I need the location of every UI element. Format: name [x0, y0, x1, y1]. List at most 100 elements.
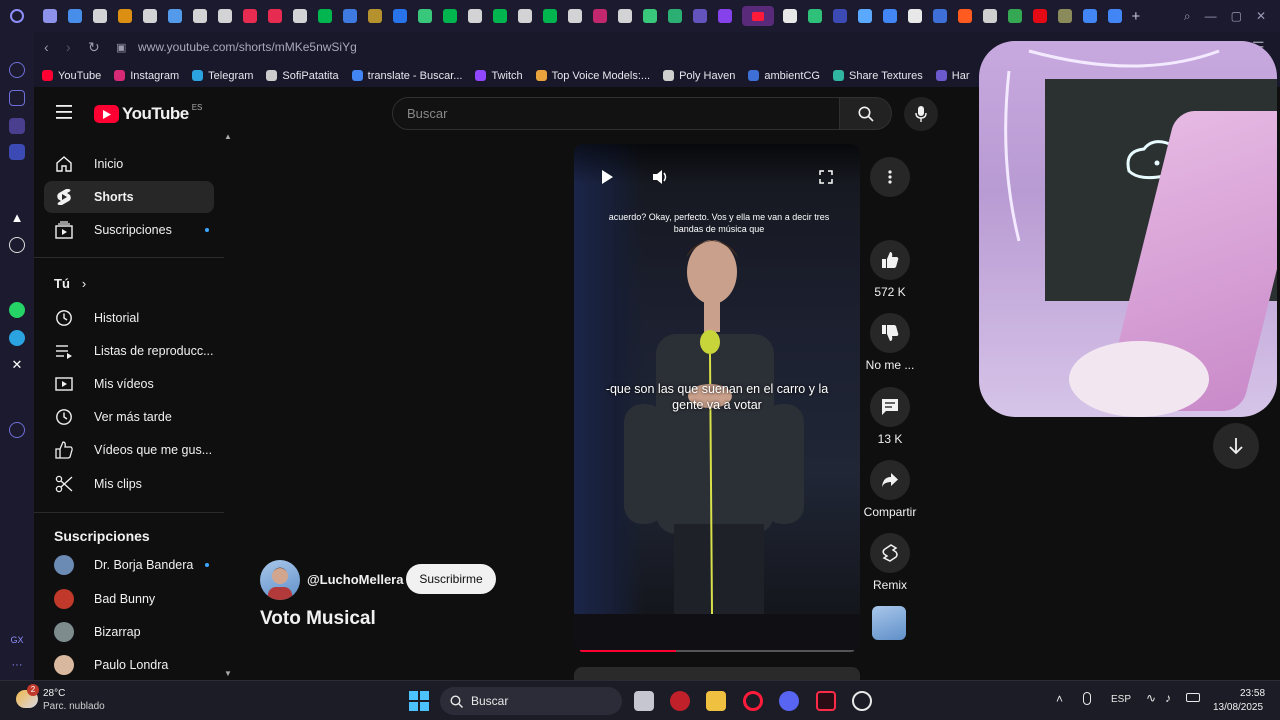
nav-item-clips[interactable]: Mis clips — [44, 468, 214, 500]
more-rail-icon[interactable]: ··· — [9, 657, 25, 673]
bookmark-item[interactable]: ambientCG — [748, 70, 820, 82]
back-icon[interactable]: ‹ — [44, 39, 49, 55]
tab-favicon[interactable] — [443, 9, 457, 23]
tab-favicon[interactable] — [668, 9, 682, 23]
next-short-button[interactable] — [1213, 423, 1259, 469]
tab-favicon[interactable] — [1058, 9, 1072, 23]
tab-favicon[interactable] — [1083, 9, 1097, 23]
tab-favicon[interactable] — [493, 9, 507, 23]
tab-favicon[interactable] — [1033, 9, 1047, 23]
tab-favicon[interactable] — [93, 9, 107, 23]
chatgpt-icon[interactable] — [9, 237, 25, 253]
bookmark-item[interactable]: Har — [935, 70, 970, 82]
tab-favicon[interactable] — [983, 9, 997, 23]
bookmark-item[interactable]: Telegram — [192, 70, 253, 82]
tab-favicon[interactable] — [883, 9, 897, 23]
arc-icon[interactable]: ▲ — [9, 210, 25, 226]
aria-icon[interactable] — [9, 62, 25, 78]
tab-favicon[interactable] — [43, 9, 57, 23]
bookmark-item[interactable]: translate - Buscar... — [351, 70, 462, 82]
history-rail-icon[interactable] — [9, 422, 25, 438]
opera-menu-icon[interactable] — [10, 9, 24, 23]
opera-icon[interactable] — [743, 691, 763, 711]
tab-favicon[interactable] — [143, 9, 157, 23]
gx-icon[interactable]: GX — [9, 632, 25, 648]
volume-button[interactable] — [652, 169, 670, 190]
subscription-item[interactable]: Paulo Londra — [44, 649, 214, 681]
bookmark-item[interactable]: Twitch — [475, 70, 523, 82]
search-input[interactable]: Buscar — [392, 97, 840, 130]
nav-item-your-videos[interactable]: Mis vídeos — [44, 368, 214, 400]
tab-favicon[interactable] — [618, 9, 632, 23]
nav-item-home[interactable]: Inicio — [44, 148, 214, 180]
task-view-icon[interactable] — [634, 691, 654, 711]
workspaces-icon[interactable] — [9, 118, 25, 134]
telegram-icon[interactable] — [9, 330, 25, 346]
tab-favicon[interactable] — [293, 9, 307, 23]
tab-favicon[interactable] — [568, 9, 582, 23]
bookmark-item[interactable]: Top Voice Models:... — [535, 70, 650, 82]
tab-favicon[interactable] — [933, 9, 947, 23]
close-window-icon[interactable]: ✕ — [1256, 9, 1266, 23]
tab-search-icon[interactable]: ⌕ — [1184, 9, 1191, 24]
new-tab-icon[interactable]: + — [1132, 8, 1141, 25]
nav-item-playlists[interactable]: Listas de reproducc... — [44, 335, 214, 367]
remix-button[interactable] — [870, 533, 910, 573]
nav-item-liked-videos[interactable]: Vídeos que me gus... — [44, 434, 214, 466]
opera-gx-icon[interactable] — [816, 691, 836, 711]
share-button[interactable] — [870, 460, 910, 500]
nav-item-shorts[interactable]: Shorts — [44, 181, 214, 213]
nav-item-subscriptions[interactable]: Suscripciones — [44, 214, 214, 246]
start-button[interactable] — [409, 691, 429, 711]
like-button[interactable] — [870, 240, 910, 280]
tab-favicon[interactable] — [518, 9, 532, 23]
tab-favicon[interactable] — [393, 9, 407, 23]
bookmark-item[interactable]: Instagram — [114, 70, 179, 82]
bookmark-item[interactable]: SofiPatatita — [266, 70, 339, 82]
bookmark-item[interactable]: Poly Haven — [663, 70, 735, 82]
ai-tools-icon[interactable] — [9, 90, 25, 106]
channel-name[interactable]: @LuchoMellera — [307, 572, 403, 587]
play-button[interactable] — [601, 170, 613, 189]
discord-icon[interactable] — [779, 691, 799, 711]
tab-favicon[interactable] — [908, 9, 922, 23]
tab-favicon[interactable] — [693, 9, 707, 23]
tab-favicon[interactable] — [68, 9, 82, 23]
floating-video-overlay[interactable] — [979, 41, 1277, 417]
nav-item-history[interactable]: Historial — [44, 302, 214, 334]
shorts-player[interactable]: acuerdo? Okay, perfecto. Vos y ella me v… — [574, 144, 860, 652]
weather-widget[interactable]: 2 28°C Parc. nublado — [16, 684, 116, 715]
fullscreen-button[interactable] — [819, 170, 833, 189]
tab-favicon[interactable] — [593, 9, 607, 23]
tab-favicon[interactable] — [958, 9, 972, 23]
whatsapp-icon[interactable] — [9, 302, 25, 318]
forward-icon[interactable]: › — [66, 39, 71, 55]
subscribe-button[interactable]: Suscribirme — [406, 564, 496, 594]
wifi-icon[interactable]: ∿ — [1146, 691, 1156, 705]
clock-time[interactable]: 23:58 — [1240, 688, 1265, 699]
voice-search-button[interactable] — [904, 97, 938, 131]
app-red-icon[interactable] — [670, 691, 690, 711]
comments-button[interactable] — [870, 387, 910, 427]
tab-favicon[interactable] — [808, 9, 822, 23]
active-tab-youtube[interactable] — [741, 6, 774, 26]
channel-avatar[interactable] — [260, 560, 300, 600]
tab-favicon[interactable] — [268, 9, 282, 23]
tab-favicon[interactable] — [858, 9, 872, 23]
taskbar-search[interactable]: Buscar — [440, 687, 622, 715]
messenger-icon[interactable] — [9, 144, 25, 160]
nav-item-watch-later[interactable]: Ver más tarde — [44, 401, 214, 433]
file-explorer-icon[interactable] — [706, 691, 726, 711]
subscription-item[interactable]: Bad Bunny — [44, 583, 214, 615]
tab-favicon[interactable] — [783, 9, 797, 23]
bookmark-item[interactable]: YouTube — [42, 70, 101, 82]
maximize-icon[interactable]: ▢ — [1231, 9, 1242, 23]
tab-favicon[interactable] — [168, 9, 182, 23]
tab-favicon[interactable] — [343, 9, 357, 23]
tab-favicon[interactable] — [543, 9, 557, 23]
tab-favicon[interactable] — [643, 9, 657, 23]
dislike-button[interactable] — [870, 313, 910, 353]
reload-icon[interactable]: ↻ — [88, 39, 100, 56]
short-title[interactable]: Voto Musical — [260, 608, 376, 630]
more-options-button[interactable] — [870, 157, 910, 197]
